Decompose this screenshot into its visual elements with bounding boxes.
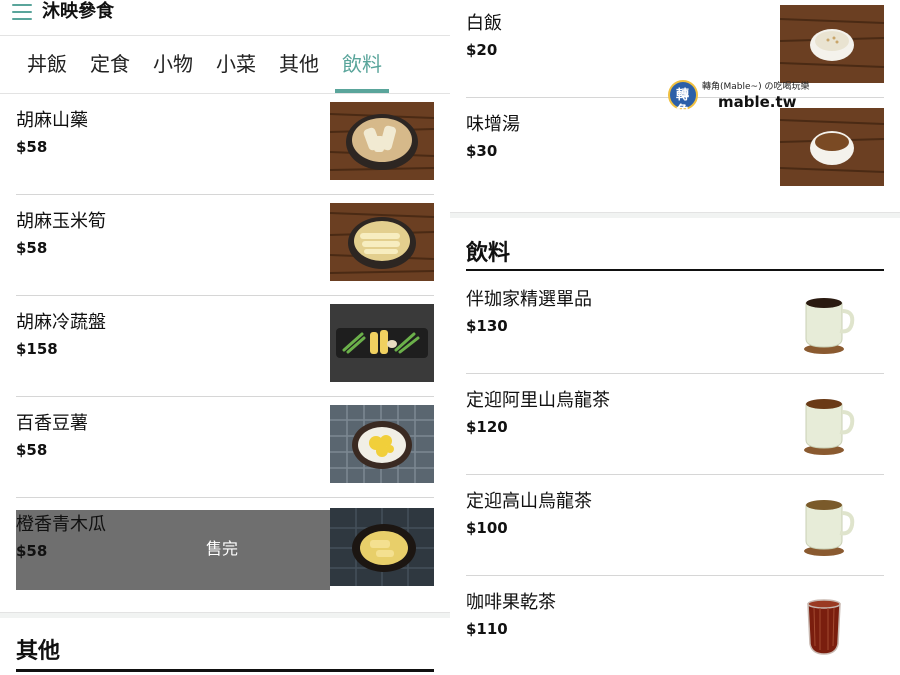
active-tab-indicator: [335, 89, 389, 93]
tab-others[interactable]: 其他: [279, 50, 319, 78]
menu-item[interactable]: 胡麻山藥 $58: [16, 94, 434, 195]
item-price: $130: [466, 317, 508, 335]
orange-papaya-dish-image: [330, 508, 434, 586]
miso-soup-bowl-image: [780, 108, 884, 186]
glass-of-tea-image: [772, 584, 876, 662]
item-price: $120: [466, 418, 508, 436]
tab-set-meal[interactable]: 定食: [90, 50, 130, 78]
section-title-drinks: 飲料: [466, 241, 511, 266]
hamburger-menu-icon[interactable]: [12, 4, 32, 20]
watermark-caption: 轉角(Mable~) の吃喝玩樂: [702, 82, 810, 92]
tab-side-dishes[interactable]: 小菜: [216, 50, 256, 78]
tea-cup-image: [772, 483, 876, 561]
section-rule: [466, 269, 884, 271]
item-name: 定迎高山烏龍茶: [466, 491, 592, 512]
item-name: 味增湯: [466, 114, 520, 135]
tab-donburi[interactable]: 丼飯: [27, 50, 67, 78]
menu-item[interactable]: 定迎阿里山烏龍茶 $120: [466, 374, 884, 475]
item-name: 百香豆薯: [16, 413, 88, 434]
passionfruit-jicama-dish-image: [330, 405, 434, 483]
coffee-cup-image: [772, 281, 876, 359]
app-title: 沐映參食: [42, 1, 114, 22]
tab-small-items[interactable]: 小物: [153, 50, 193, 78]
left-screen: 沐映參食 丼飯 定食 小物 小菜 其他 飲料 胡麻山藥 $58 胡麻玉米筍 $5…: [0, 0, 450, 675]
tea-cup-image: [772, 382, 876, 460]
menu-item[interactable]: 胡麻玉米筍 $58: [16, 195, 434, 296]
item-price: $100: [466, 519, 508, 537]
cold-vegetable-plate-image: [330, 304, 434, 382]
item-name: 胡麻冷蔬盤: [16, 312, 106, 333]
section-title-others: 其他: [16, 639, 61, 664]
item-price: $110: [466, 620, 508, 638]
menu-item[interactable]: 味增湯 $30: [466, 98, 884, 199]
item-price: $58: [16, 138, 48, 156]
item-name: 伴珈家精選單品: [466, 289, 592, 310]
item-name: 定迎阿里山烏龍茶: [466, 390, 610, 411]
item-name: 橙香青木瓜: [16, 514, 106, 535]
item-name: 咖啡果乾茶: [466, 592, 556, 613]
right-screen: 白飯 $20 轉角 轉角(Mable~) の吃喝玩樂 mable.tw 味增湯 …: [450, 0, 900, 675]
item-price: $58: [16, 542, 48, 560]
sesame-babycorn-dish-image: [330, 203, 434, 281]
tab-drinks[interactable]: 飲料: [342, 50, 382, 78]
item-price: $30: [466, 142, 498, 160]
section-rule: [16, 669, 434, 672]
category-tabs: 丼飯 定食 小物 小菜 其他 飲料: [0, 36, 450, 94]
menu-item[interactable]: 百香豆薯 $58: [16, 397, 434, 498]
item-price: $58: [16, 441, 48, 459]
item-name: 胡麻山藥: [16, 110, 88, 131]
section-divider: [0, 612, 450, 618]
menu-item-sold-out: 售完 橙香青木瓜 $58: [16, 498, 434, 599]
item-price: $20: [466, 41, 498, 59]
section-divider: [450, 212, 900, 218]
sold-out-label: 售完: [206, 539, 239, 558]
menu-item[interactable]: 胡麻冷蔬盤 $158: [16, 296, 434, 397]
sesame-yam-dish-image: [330, 102, 434, 180]
item-name: 白飯: [466, 13, 502, 34]
menu-item[interactable]: 伴珈家精選單品 $130: [466, 273, 884, 374]
menu-item[interactable]: 咖啡果乾茶 $110: [466, 576, 884, 675]
white-rice-bowl-image: [780, 5, 884, 83]
item-price: $58: [16, 239, 48, 257]
app-header: 沐映參食: [0, 0, 450, 36]
item-name: 胡麻玉米筍: [16, 211, 106, 232]
item-price: $158: [16, 340, 58, 358]
menu-item[interactable]: 定迎高山烏龍茶 $100: [466, 475, 884, 576]
